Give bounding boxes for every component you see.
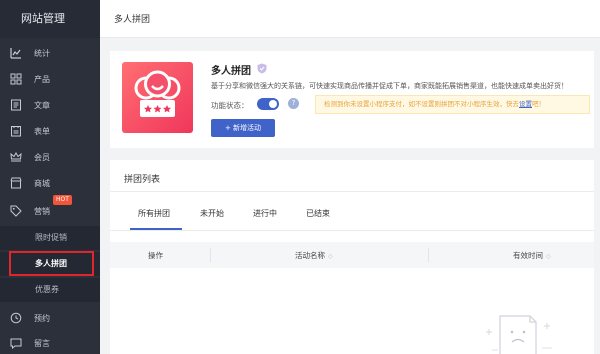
message-icon — [10, 337, 22, 349]
empty-state-icon — [486, 315, 552, 354]
top-header: 多人拼团 — [100, 0, 600, 38]
sidebar-item-label: 会员 — [34, 152, 50, 162]
sidebar-item-label: 营销 — [34, 206, 50, 216]
sidebar-item-forms[interactable]: 表单 — [0, 118, 100, 144]
sidebar-title: 网站管理 — [0, 0, 100, 38]
sidebar-item-label: 产品 — [34, 74, 50, 84]
chart-icon — [10, 47, 22, 59]
column-separator — [428, 248, 429, 262]
sidebar-subitem-flash-sale[interactable]: 限时促销 — [0, 226, 100, 250]
store-icon — [10, 177, 22, 189]
sidebar-item-booking[interactable]: 预约 — [0, 305, 100, 331]
help-icon[interactable]: ? — [288, 98, 299, 109]
sidebar-item-label: 留言 — [34, 338, 50, 348]
article-icon — [10, 99, 22, 111]
notice-text: 检测到你未设置小程序支付，如不设置则拼团不对小程序生效，快去 — [324, 100, 519, 108]
sidebar-item-label: 统计 — [34, 48, 50, 58]
tabs-divider — [110, 230, 594, 231]
hot-badge: HOT — [53, 195, 72, 205]
sidebar-item-label: 预约 — [34, 313, 50, 323]
table-header: 操作 活动名称 ◇ 有效时间 ◇ — [110, 242, 594, 268]
feature-card: 多人拼团 基于分享和微信强大的关系链，可快速实现商品传播并促成下单，商家既能拓展… — [110, 51, 594, 148]
notice-settings-link[interactable]: 设置 — [519, 100, 532, 108]
column-actions: 操作 — [148, 251, 163, 260]
status-label: 功能状态： — [211, 101, 249, 110]
tab-in-progress[interactable]: 进行中 — [253, 208, 277, 219]
column-label: 有效时间 — [513, 251, 543, 260]
feature-description: 基于分享和微信强大的关系链，可快速实现商品传播并促成下单，商家既能拓展销售渠道，… — [211, 82, 568, 90]
column-valid-time[interactable]: 有效时间 ◇ — [513, 250, 551, 261]
list-title: 拼团列表 — [124, 175, 161, 185]
form-icon — [10, 125, 22, 137]
active-highlight — [9, 251, 94, 276]
clock-icon — [10, 312, 22, 324]
tab-not-started[interactable]: 未开始 — [200, 208, 224, 219]
new-activity-button[interactable]: + 新增活动 — [211, 119, 275, 137]
sidebar-item-messages[interactable]: 留言 — [0, 330, 100, 354]
sidebar: 网站管理 统计 产品 文章 表单 会员 商城 营销 HOT 限时促销 多人拼团 … — [0, 0, 100, 354]
group-list-card: 拼团列表 所有拼团 未开始 进行中 已结束 操作 活动名称 ◇ 有效时间 ◇ — [110, 160, 594, 354]
shield-icon — [257, 63, 267, 74]
payment-notice: 检测到你未设置小程序支付，如不设置则拼团不对小程序生效，快去设置吧！ — [315, 95, 590, 114]
feature-title: 多人拼团 — [211, 66, 251, 77]
sidebar-item-store[interactable]: 商城 — [0, 170, 100, 196]
crown-icon — [10, 151, 22, 163]
sidebar-item-products[interactable]: 产品 — [0, 66, 100, 92]
grid-icon — [10, 73, 22, 85]
divider — [110, 191, 594, 192]
notice-end: 吧！ — [532, 100, 545, 108]
column-label: 活动名称 — [295, 251, 325, 260]
sort-icon: ◇ — [328, 253, 333, 260]
sidebar-item-articles[interactable]: 文章 — [0, 92, 100, 118]
column-separator — [210, 248, 211, 262]
tab-all[interactable]: 所有拼团 — [138, 208, 170, 219]
group-buy-logo — [122, 62, 193, 133]
sidebar-item-statistics[interactable]: 统计 — [0, 40, 100, 66]
sidebar-item-label: 文章 — [34, 100, 50, 110]
column-activity-name[interactable]: 活动名称 ◇ — [295, 250, 333, 261]
tab-ended[interactable]: 已结束 — [306, 208, 330, 219]
status-toggle[interactable] — [257, 98, 279, 110]
tag-icon — [10, 205, 22, 217]
sidebar-item-marketing[interactable]: 营销 — [0, 198, 100, 224]
sidebar-item-label: 商城 — [34, 178, 50, 188]
sidebar-subitem-coupons[interactable]: 优惠券 — [0, 278, 100, 302]
sort-icon: ◇ — [546, 253, 551, 260]
sidebar-item-members[interactable]: 会员 — [0, 144, 100, 170]
sidebar-item-label: 表单 — [34, 126, 50, 136]
page-title: 多人拼团 — [114, 15, 151, 25]
